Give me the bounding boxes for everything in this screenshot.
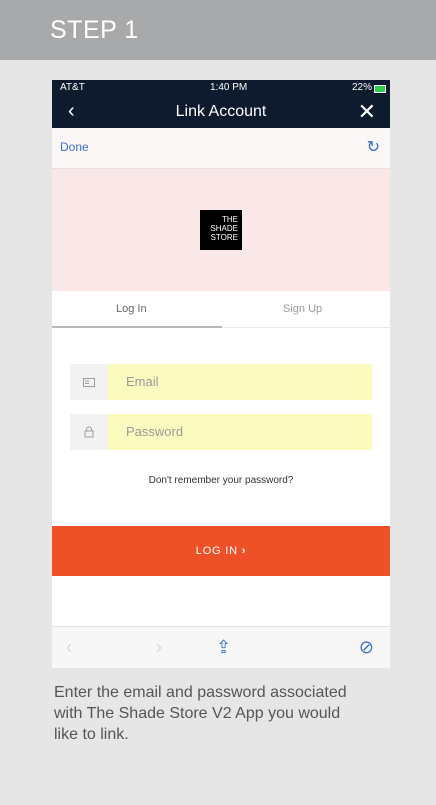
email-input[interactable]: Email <box>108 364 372 400</box>
active-tab-indicator <box>52 326 222 328</box>
email-field: Email <box>70 364 372 400</box>
close-icon[interactable]: ✕ <box>358 99 376 125</box>
browser-toolbar: ‹ › ⇪ ⊘ <box>52 626 390 668</box>
page-title: Link Account <box>175 103 267 120</box>
share-icon[interactable]: ⇪ <box>216 637 231 658</box>
battery-icon <box>374 85 386 93</box>
log-in-button[interactable]: LOG IN › <box>52 526 390 576</box>
status-time: 1:40 PM <box>210 82 248 93</box>
log-in-label: LOG IN <box>195 545 238 557</box>
browser-back-icon[interactable]: ‹ <box>66 637 72 658</box>
forgot-password-link[interactable]: Don't remember your password? <box>52 475 390 486</box>
tab-sign-up[interactable]: Sign Up <box>283 303 322 315</box>
carrier-label: AT&T <box>60 82 85 93</box>
browser-forward-icon[interactable]: › <box>156 637 162 658</box>
chevron-right-icon: › <box>241 545 247 557</box>
step-header: STEP 1 <box>0 0 436 60</box>
nav-bar: ‹ Link Account ✕ <box>52 96 390 128</box>
web-toolbar: Done ↻ <box>52 128 390 169</box>
id-card-icon <box>70 364 108 400</box>
step-title: STEP 1 <box>50 16 139 44</box>
refresh-icon[interactable]: ↻ <box>367 137 380 157</box>
status-bar: AT&T 1:40 PM 22% <box>52 80 390 96</box>
step-caption: Enter the email and password associated … <box>54 684 347 743</box>
hero-banner: THE SHADE STORE <box>52 169 390 291</box>
step-card: STEP 1 AT&T 1:40 PM 22% ‹ Link Account ✕… <box>0 0 436 805</box>
shade-store-logo: THE SHADE STORE <box>200 210 242 250</box>
password-field: Password <box>70 414 372 450</box>
phone-screenshot: AT&T 1:40 PM 22% ‹ Link Account ✕ Done ↻… <box>52 80 390 668</box>
compass-icon[interactable]: ⊘ <box>359 637 374 658</box>
auth-tabs: Log In Sign Up <box>52 291 390 328</box>
done-button[interactable]: Done <box>60 140 89 154</box>
battery-percentage: 22% <box>351 82 372 93</box>
password-input[interactable]: Password <box>108 414 372 450</box>
lock-icon <box>70 414 108 450</box>
tab-log-in[interactable]: Log In <box>116 303 147 315</box>
